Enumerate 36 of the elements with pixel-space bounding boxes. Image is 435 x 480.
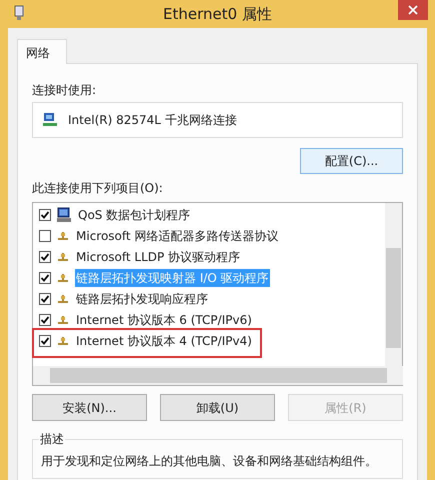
configure-button[interactable]: 配置(C)...: [300, 148, 403, 174]
list-item[interactable]: Microsoft 网络适配器多路传送器协议: [75, 226, 280, 244]
checkbox[interactable]: [39, 334, 51, 346]
horizontal-scrollbar[interactable]: [33, 366, 403, 385]
checkbox[interactable]: [39, 230, 51, 242]
list-item[interactable]: 链路层拓扑发现响应程序: [75, 290, 209, 308]
network-icon: [42, 112, 58, 128]
computer-icon: [56, 206, 72, 222]
checkbox[interactable]: [39, 250, 51, 262]
dialog-button[interactable]: 卸载(U): [160, 394, 275, 421]
protocol-icon: [56, 252, 70, 262]
checkbox[interactable]: [39, 208, 51, 220]
checkbox[interactable]: [39, 272, 51, 284]
description-text: 用于发现和定位网络上的其他电脑、设备和网络基础结构组件。: [41, 454, 378, 469]
list-item[interactable]: Internet 协议版本 4 (TCP/IPv4): [75, 332, 253, 350]
group-legend: 描述: [39, 431, 65, 447]
network-adapter-icon: [14, 5, 24, 21]
protocol-icon: [56, 294, 70, 304]
window-title: Ethernet0 属性: [163, 4, 272, 25]
list-item[interactable]: Microsoft LLDP 协议驱动程序: [75, 248, 242, 266]
vertical-scrollbar[interactable]: [385, 203, 402, 367]
checkbox[interactable]: [39, 292, 51, 304]
protocol-icon: [56, 230, 70, 240]
close-button[interactable]: [398, 0, 428, 20]
adapter-name: Intel(R) 82574L 千兆网络连接: [68, 112, 237, 129]
checkbox[interactable]: [39, 314, 51, 326]
close-icon: [408, 5, 418, 15]
protocol-icon: [56, 314, 70, 324]
tab[interactable]: 网络: [17, 39, 67, 64]
list-item[interactable]: Internet 协议版本 6 (TCP/IPv6): [75, 310, 253, 328]
section-label: 连接时使用:: [32, 82, 98, 99]
list-item[interactable]: QoS 数据包计划程序: [77, 206, 192, 224]
section-label: 此连接使用下列项目(O):: [32, 180, 164, 197]
dialog-button[interactable]: 安装(N)...: [32, 394, 147, 421]
protocol-icon: [56, 336, 70, 346]
protocol-icon: [56, 272, 70, 282]
